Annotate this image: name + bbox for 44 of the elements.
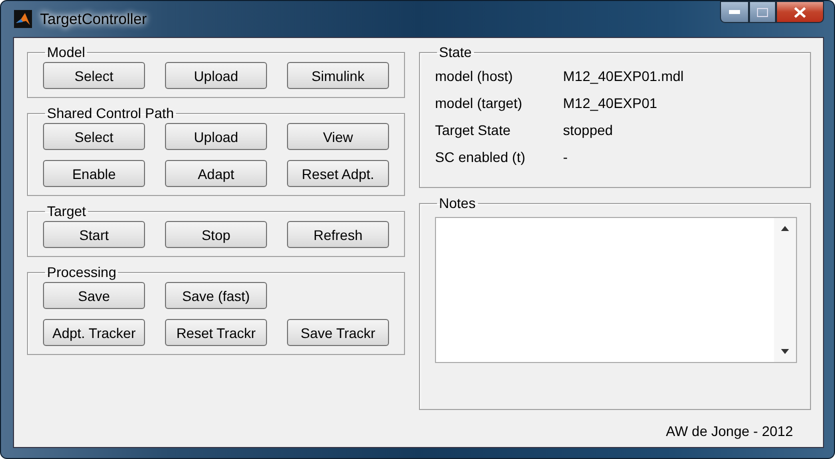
- close-icon: [794, 6, 806, 18]
- scroll-up-icon[interactable]: [781, 226, 789, 231]
- action-button[interactable]: Reset Adpt.: [287, 160, 389, 187]
- action-button[interactable]: Adpt. Tracker: [43, 319, 145, 346]
- action-button[interactable]: Stop: [165, 221, 267, 248]
- action-button[interactable]: Select: [43, 123, 145, 150]
- action-button[interactable]: View: [287, 123, 389, 150]
- peak-logo-icon: [14, 10, 32, 28]
- action-button[interactable]: Upload: [165, 123, 267, 150]
- author-credit: AW de Jonge - 2012: [666, 423, 793, 439]
- action-button[interactable]: Enable: [43, 160, 145, 187]
- action-button[interactable]: Save: [43, 282, 145, 309]
- group-title: Model: [46, 44, 86, 60]
- action-button[interactable]: Reset Trackr: [165, 319, 267, 346]
- action-button[interactable]: Save Trackr: [287, 319, 389, 346]
- action-button[interactable]: Save (fast): [165, 282, 267, 309]
- scroll-down-icon[interactable]: [781, 349, 789, 354]
- group-title: Target: [46, 203, 87, 219]
- action-button[interactable]: Refresh: [287, 221, 389, 248]
- state-label: SC enabled (t): [435, 149, 526, 165]
- state-value: M12_40EXP01: [563, 95, 658, 111]
- maximize-icon: [757, 8, 768, 16]
- state-value: -: [563, 149, 569, 165]
- minimize-button[interactable]: [720, 1, 749, 23]
- action-button[interactable]: Upload: [165, 62, 267, 89]
- action-button[interactable]: Adapt: [165, 160, 267, 187]
- action-button[interactable]: Select: [43, 62, 145, 89]
- action-button[interactable]: Start: [43, 221, 145, 248]
- state-value: stopped: [563, 122, 614, 138]
- group-title: Shared Control Path: [46, 105, 175, 121]
- state-label: model (target): [435, 95, 524, 111]
- state-value: M12_40EXP01.mdl: [563, 68, 685, 84]
- maximize-button[interactable]: [749, 1, 776, 23]
- action-button[interactable]: Simulink: [287, 62, 389, 89]
- state-label: model (host): [435, 68, 514, 84]
- group-title: Processing: [46, 264, 118, 280]
- group-title: Notes: [438, 195, 477, 211]
- state-label: Target State: [435, 122, 512, 138]
- notes-field[interactable]: [435, 217, 797, 363]
- group-title: State: [438, 44, 473, 60]
- close-button[interactable]: [776, 1, 824, 23]
- scrollbar[interactable]: [774, 218, 796, 362]
- minimize-icon: [729, 10, 740, 14]
- window-title: TargetController: [40, 10, 147, 28]
